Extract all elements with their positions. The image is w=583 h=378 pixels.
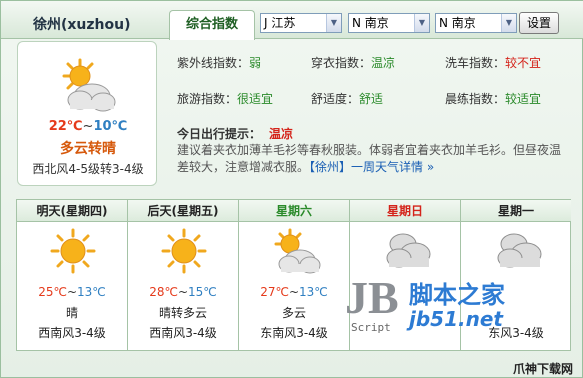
watermark-site-name: 脚本之家 bbox=[409, 281, 505, 309]
index-value: 弱 bbox=[249, 56, 262, 70]
forecast-temp-high: 27℃ bbox=[260, 285, 289, 299]
watermark-script: Script bbox=[351, 321, 391, 334]
index-value: 舒适 bbox=[359, 92, 384, 106]
forecast-temp-low: 13℃ bbox=[299, 285, 328, 299]
cloudy-sunny-icon bbox=[274, 228, 321, 274]
forecast-day-header: 明天(星期四) bbox=[17, 200, 127, 222]
city-title: 徐州(xuzhou) bbox=[33, 17, 131, 33]
forecast-day-header: 后天(星期五) bbox=[128, 200, 238, 222]
city-select-2[interactable]: N 南京 ▼ bbox=[435, 13, 517, 33]
forecast-day: 明天(星期四) 25℃~13℃ 晴 西南风3-4级 bbox=[17, 200, 128, 350]
forecast-temp-low: 15℃ bbox=[188, 285, 217, 299]
index-value: 很适宜 bbox=[237, 92, 274, 106]
forecast-day: 星期六 27℃~13℃ 多云 东南风3-4级 bbox=[239, 200, 350, 350]
tab-composite-index[interactable]: 综合指数 bbox=[169, 10, 255, 40]
forecast-day-header: 星期六 bbox=[239, 200, 349, 222]
forecast-condition: 晴转多云 bbox=[158, 306, 207, 320]
forecast-temp: 25℃~13℃ bbox=[38, 285, 106, 299]
today-wind: 西北风4-5级转3-4级 bbox=[32, 162, 144, 176]
index-value: 较适宜 bbox=[505, 92, 542, 106]
forecast-temp-high: 25℃ bbox=[38, 285, 67, 299]
today-card: 22℃~10℃ 多云转晴 西北风4-5级转3-4级 bbox=[17, 41, 157, 186]
index-label: 洗车指数： bbox=[445, 56, 506, 70]
city-select-2-value: N 南京 bbox=[439, 16, 476, 30]
forecast-condition: 晴 bbox=[65, 306, 78, 320]
index-label: 晨练指数： bbox=[445, 92, 506, 106]
index-comfort: 舒适度：舒适 bbox=[311, 90, 383, 106]
forecast-temp: 28℃~15℃ bbox=[149, 285, 217, 299]
watermark: JB Script 脚本之家 jb51.net bbox=[341, 263, 583, 353]
forecast-temp: 27℃~13℃ bbox=[260, 285, 328, 299]
city-select-1[interactable]: N 南京 ▼ bbox=[348, 13, 430, 33]
index-label: 紫外线指数： bbox=[177, 56, 250, 70]
province-select-value: J 江苏 bbox=[264, 16, 296, 30]
forecast-day: 后天(星期五) 28℃~15℃ 晴转多云 西南风3-4级 bbox=[128, 200, 239, 350]
travel-tip-value: 温凉 bbox=[269, 127, 294, 141]
travel-tip-heading: 今日出行提示： 温凉 bbox=[177, 125, 293, 142]
settings-button[interactable]: 设置 bbox=[519, 12, 559, 34]
city-select-1-value: N 南京 bbox=[352, 16, 389, 30]
index-value: 温凉 bbox=[371, 56, 396, 70]
top-bar: 徐州(xuzhou) 综合指数 J 江苏 ▼ N 南京 ▼ N 南京 ▼ 设置 bbox=[1, 1, 583, 40]
province-select[interactable]: J 江苏 ▼ bbox=[260, 13, 342, 33]
corner-watermark: 爪神下载网 bbox=[513, 362, 574, 376]
weather-widget: 徐州(xuzhou) 综合指数 J 江苏 ▼ N 南京 ▼ N 南京 ▼ 设置 bbox=[0, 0, 583, 378]
forecast-wind: 东南风3-4级 bbox=[260, 326, 328, 340]
index-label: 舒适度： bbox=[311, 92, 360, 106]
forecast-condition: 多云 bbox=[281, 306, 306, 320]
index-carwash: 洗车指数：较不宜 bbox=[445, 54, 541, 70]
watermark-url: jb51.net bbox=[409, 307, 503, 331]
cloudy-sunny-icon bbox=[62, 58, 116, 112]
weekly-detail-link[interactable]: 【徐州】一周天气详情 » bbox=[309, 160, 434, 174]
index-label: 旅游指数： bbox=[177, 92, 238, 106]
forecast-wind: 西南风3-4级 bbox=[149, 326, 217, 340]
today-temp-low: 10℃ bbox=[93, 119, 128, 134]
index-uv: 紫外线指数：弱 bbox=[177, 54, 261, 70]
today-temperature: 22℃~10℃ bbox=[18, 119, 158, 134]
forecast-wind: 西南风3-4级 bbox=[38, 326, 106, 340]
today-condition: 多云转晴 bbox=[60, 141, 116, 157]
sunny-icon bbox=[50, 228, 96, 274]
today-temp-high: 22℃ bbox=[48, 119, 83, 134]
index-dressing: 穿衣指数：温凉 bbox=[311, 54, 395, 70]
chevron-down-icon: ▼ bbox=[501, 14, 516, 32]
travel-tip-label: 今日出行提示： bbox=[177, 127, 262, 141]
index-value: 较不宜 bbox=[505, 56, 542, 70]
forecast-day-header: 星期日 bbox=[350, 200, 460, 222]
forecast-temp-low: 13℃ bbox=[77, 285, 106, 299]
travel-tip-text: 建议着夹衣加薄羊毛衫等春秋服装。体弱者宜着夹衣加羊毛衫。但昼夜温差较大，注意增减… bbox=[177, 142, 567, 176]
index-label: 穿衣指数： bbox=[311, 56, 372, 70]
forecast-day-header: 星期一 bbox=[461, 200, 571, 222]
index-morning-exercise: 晨练指数：较适宜 bbox=[445, 90, 541, 106]
index-travel: 旅游指数：很适宜 bbox=[177, 90, 273, 106]
forecast-temp-high: 28℃ bbox=[149, 285, 178, 299]
chevron-down-icon: ▼ bbox=[326, 14, 341, 32]
sunny-icon bbox=[161, 228, 207, 274]
today-temp-sep: ~ bbox=[82, 119, 94, 134]
chevron-down-icon: ▼ bbox=[414, 14, 429, 32]
